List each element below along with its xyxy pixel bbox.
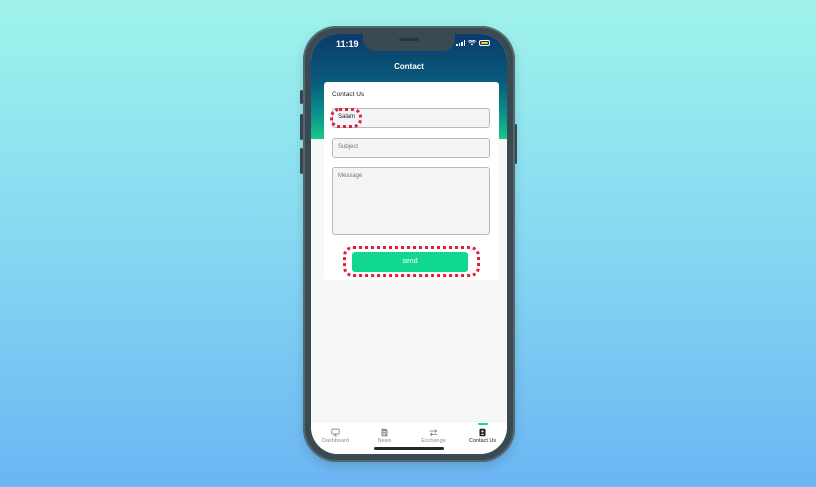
name-highlight-marker <box>330 108 362 128</box>
tab-label: News <box>377 438 392 444</box>
form-title: Contact Us <box>332 91 365 98</box>
monitor-icon <box>331 428 340 437</box>
tab-exchange[interactable]: Exchange <box>411 428 456 444</box>
status-time: 11:19 <box>336 39 359 49</box>
wifi-icon <box>468 40 476 46</box>
subject-input[interactable]: Subject <box>332 138 490 158</box>
page-title: Contact <box>394 62 424 71</box>
signal-icon <box>456 40 465 46</box>
status-icons <box>456 40 490 46</box>
notch <box>363 34 455 51</box>
tab-news[interactable]: News <box>362 428 407 444</box>
message-textarea[interactable]: Message <box>332 167 490 235</box>
contact-form-card: Contact Us Salam Subject Message send <box>324 82 499 280</box>
tab-label: Exchange <box>421 438 446 444</box>
battery-icon <box>479 40 490 46</box>
phone-screen: 11:19 Contact Contact Us Salam Subject M… <box>311 34 507 454</box>
active-tab-indicator <box>477 423 488 425</box>
contact-icon <box>479 428 486 437</box>
news-icon <box>381 428 388 437</box>
home-indicator <box>374 447 444 450</box>
tab-label: Contact Us <box>468 438 497 444</box>
exchange-icon <box>429 429 438 437</box>
send-highlight-marker <box>343 246 480 277</box>
tab-label: Dashboard <box>322 438 349 444</box>
tab-contact-us[interactable]: Contact Us <box>460 423 505 444</box>
phone-frame: 11:19 Contact Contact Us Salam Subject M… <box>303 26 515 462</box>
tab-dashboard[interactable]: Dashboard <box>313 428 358 444</box>
